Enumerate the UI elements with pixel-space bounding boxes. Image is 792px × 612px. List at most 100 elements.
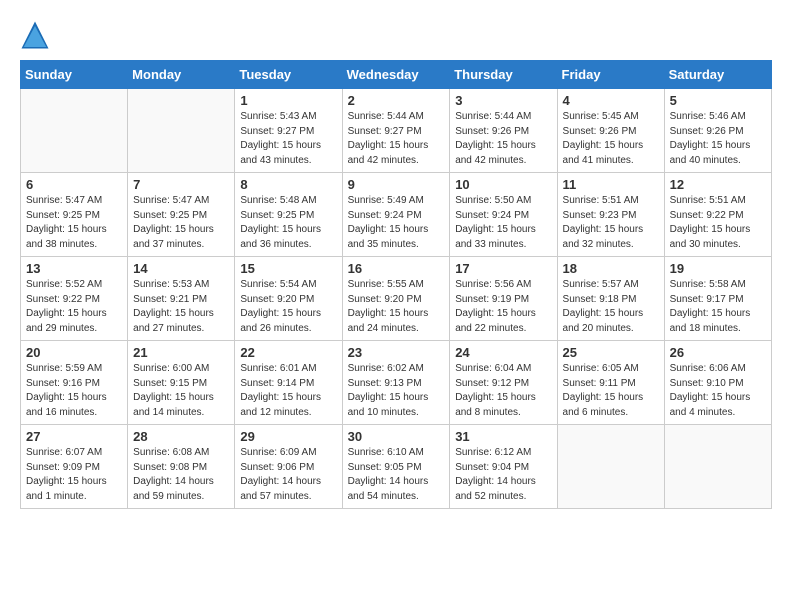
calendar-cell: 19 Sunrise: 5:58 AM Sunset: 9:17 PM Dayli… <box>664 257 771 341</box>
calendar-cell: 12 Sunrise: 5:51 AM Sunset: 9:22 PM Dayli… <box>664 173 771 257</box>
day-info: Sunrise: 5:44 AM Sunset: 9:26 PM Dayligh… <box>455 110 551 168</box>
calendar-table: SundayMondayTuesdayWednesdayThursdayFrid… <box>20 60 772 509</box>
day-info: Sunrise: 5:46 AM Sunset: 9:26 PM Dayligh… <box>670 110 766 168</box>
day-number: 5 <box>670 93 766 108</box>
day-info: Sunrise: 6:12 AM Sunset: 9:04 PM Dayligh… <box>455 446 551 504</box>
calendar-cell: 10 Sunrise: 5:50 AM Sunset: 9:24 PM Dayli… <box>450 173 557 257</box>
day-number: 13 <box>26 261 122 276</box>
day-number: 28 <box>133 429 229 444</box>
day-number: 23 <box>348 345 445 360</box>
calendar-cell <box>128 89 235 173</box>
day-number: 26 <box>670 345 766 360</box>
calendar-cell <box>21 89 128 173</box>
weekday-header-thursday: Thursday <box>450 61 557 89</box>
day-info: Sunrise: 5:52 AM Sunset: 9:22 PM Dayligh… <box>26 278 122 336</box>
day-info: Sunrise: 5:56 AM Sunset: 9:19 PM Dayligh… <box>455 278 551 336</box>
calendar-header-row: SundayMondayTuesdayWednesdayThursdayFrid… <box>21 61 772 89</box>
page-header <box>20 20 772 50</box>
calendar-cell: 7 Sunrise: 5:47 AM Sunset: 9:25 PM Daylig… <box>128 173 235 257</box>
calendar-cell: 23 Sunrise: 6:02 AM Sunset: 9:13 PM Dayli… <box>342 341 450 425</box>
day-info: Sunrise: 5:49 AM Sunset: 9:24 PM Dayligh… <box>348 194 445 252</box>
day-number: 27 <box>26 429 122 444</box>
day-info: Sunrise: 6:08 AM Sunset: 9:08 PM Dayligh… <box>133 446 229 504</box>
day-info: Sunrise: 5:51 AM Sunset: 9:23 PM Dayligh… <box>563 194 659 252</box>
day-number: 10 <box>455 177 551 192</box>
calendar-week-row: 1Sunrise: 5:43 AM Sunset: 9:27 PM Daylig… <box>21 89 772 173</box>
day-info: Sunrise: 5:55 AM Sunset: 9:20 PM Dayligh… <box>348 278 445 336</box>
calendar-cell: 3 Sunrise: 5:44 AM Sunset: 9:26 PM Daylig… <box>450 89 557 173</box>
day-number: 22 <box>240 345 336 360</box>
weekday-header-sunday: Sunday <box>21 61 128 89</box>
weekday-header-saturday: Saturday <box>664 61 771 89</box>
day-number: 30 <box>348 429 445 444</box>
day-number: 3 <box>455 93 551 108</box>
calendar-cell: 5 Sunrise: 5:46 AM Sunset: 9:26 PM Daylig… <box>664 89 771 173</box>
logo <box>20 20 55 50</box>
day-number: 11 <box>563 177 659 192</box>
day-number: 29 <box>240 429 336 444</box>
calendar-cell: 8 Sunrise: 5:48 AM Sunset: 9:25 PM Daylig… <box>235 173 342 257</box>
day-info: Sunrise: 6:04 AM Sunset: 9:12 PM Dayligh… <box>455 362 551 420</box>
day-info: Sunrise: 6:06 AM Sunset: 9:10 PM Dayligh… <box>670 362 766 420</box>
day-info: Sunrise: 5:57 AM Sunset: 9:18 PM Dayligh… <box>563 278 659 336</box>
day-number: 14 <box>133 261 229 276</box>
day-number: 1 <box>240 93 336 108</box>
calendar-week-row: 20Sunrise: 5:59 AM Sunset: 9:16 PM Dayli… <box>21 341 772 425</box>
day-info: Sunrise: 5:47 AM Sunset: 9:25 PM Dayligh… <box>133 194 229 252</box>
day-number: 18 <box>563 261 659 276</box>
weekday-header-wednesday: Wednesday <box>342 61 450 89</box>
day-info: Sunrise: 5:53 AM Sunset: 9:21 PM Dayligh… <box>133 278 229 336</box>
calendar-cell: 2 Sunrise: 5:44 AM Sunset: 9:27 PM Daylig… <box>342 89 450 173</box>
calendar-cell: 30Sunrise: 6:10 AM Sunset: 9:05 PM Dayli… <box>342 425 450 509</box>
day-number: 16 <box>348 261 445 276</box>
calendar-cell: 16 Sunrise: 5:55 AM Sunset: 9:20 PM Dayli… <box>342 257 450 341</box>
weekday-header-tuesday: Tuesday <box>235 61 342 89</box>
day-info: Sunrise: 5:51 AM Sunset: 9:22 PM Dayligh… <box>670 194 766 252</box>
calendar-cell: 14 Sunrise: 5:53 AM Sunset: 9:21 PM Dayli… <box>128 257 235 341</box>
calendar-cell: 17Sunrise: 5:56 AM Sunset: 9:19 PM Dayli… <box>450 257 557 341</box>
day-number: 24 <box>455 345 551 360</box>
calendar-cell: 11 Sunrise: 5:51 AM Sunset: 9:23 PM Dayli… <box>557 173 664 257</box>
calendar-cell <box>557 425 664 509</box>
day-number: 2 <box>348 93 445 108</box>
logo-icon <box>20 20 50 50</box>
day-number: 8 <box>240 177 336 192</box>
calendar-week-row: 13 Sunrise: 5:52 AM Sunset: 9:22 PM Dayli… <box>21 257 772 341</box>
day-number: 7 <box>133 177 229 192</box>
calendar-cell: 27Sunrise: 6:07 AM Sunset: 9:09 PM Dayli… <box>21 425 128 509</box>
calendar-cell: 13 Sunrise: 5:52 AM Sunset: 9:22 PM Dayli… <box>21 257 128 341</box>
calendar-cell: 22 Sunrise: 6:01 AM Sunset: 9:14 PM Dayli… <box>235 341 342 425</box>
day-info: Sunrise: 5:47 AM Sunset: 9:25 PM Dayligh… <box>26 194 122 252</box>
day-info: Sunrise: 6:01 AM Sunset: 9:14 PM Dayligh… <box>240 362 336 420</box>
calendar-cell: 24 Sunrise: 6:04 AM Sunset: 9:12 PM Dayli… <box>450 341 557 425</box>
calendar-cell: 20Sunrise: 5:59 AM Sunset: 9:16 PM Dayli… <box>21 341 128 425</box>
day-number: 12 <box>670 177 766 192</box>
day-number: 4 <box>563 93 659 108</box>
day-number: 6 <box>26 177 122 192</box>
day-number: 15 <box>240 261 336 276</box>
day-info: Sunrise: 5:48 AM Sunset: 9:25 PM Dayligh… <box>240 194 336 252</box>
day-info: Sunrise: 5:59 AM Sunset: 9:16 PM Dayligh… <box>26 362 122 420</box>
day-info: Sunrise: 5:50 AM Sunset: 9:24 PM Dayligh… <box>455 194 551 252</box>
calendar-cell: 6 Sunrise: 5:47 AM Sunset: 9:25 PM Daylig… <box>21 173 128 257</box>
calendar-cell: 21 Sunrise: 6:00 AM Sunset: 9:15 PM Dayli… <box>128 341 235 425</box>
calendar-cell <box>664 425 771 509</box>
day-info: Sunrise: 5:44 AM Sunset: 9:27 PM Dayligh… <box>348 110 445 168</box>
day-info: Sunrise: 5:54 AM Sunset: 9:20 PM Dayligh… <box>240 278 336 336</box>
day-number: 19 <box>670 261 766 276</box>
calendar-cell: 18 Sunrise: 5:57 AM Sunset: 9:18 PM Dayli… <box>557 257 664 341</box>
day-number: 21 <box>133 345 229 360</box>
calendar-cell: 25Sunrise: 6:05 AM Sunset: 9:11 PM Dayli… <box>557 341 664 425</box>
day-info: Sunrise: 6:09 AM Sunset: 9:06 PM Dayligh… <box>240 446 336 504</box>
day-info: Sunrise: 5:58 AM Sunset: 9:17 PM Dayligh… <box>670 278 766 336</box>
calendar-cell: 29 Sunrise: 6:09 AM Sunset: 9:06 PM Dayli… <box>235 425 342 509</box>
weekday-header-friday: Friday <box>557 61 664 89</box>
day-info: Sunrise: 5:45 AM Sunset: 9:26 PM Dayligh… <box>563 110 659 168</box>
day-info: Sunrise: 6:02 AM Sunset: 9:13 PM Dayligh… <box>348 362 445 420</box>
day-number: 9 <box>348 177 445 192</box>
day-number: 25 <box>563 345 659 360</box>
calendar-cell: 15 Sunrise: 5:54 AM Sunset: 9:20 PM Dayli… <box>235 257 342 341</box>
calendar-week-row: 6 Sunrise: 5:47 AM Sunset: 9:25 PM Daylig… <box>21 173 772 257</box>
calendar-cell: 4 Sunrise: 5:45 AM Sunset: 9:26 PM Daylig… <box>557 89 664 173</box>
day-info: Sunrise: 6:00 AM Sunset: 9:15 PM Dayligh… <box>133 362 229 420</box>
